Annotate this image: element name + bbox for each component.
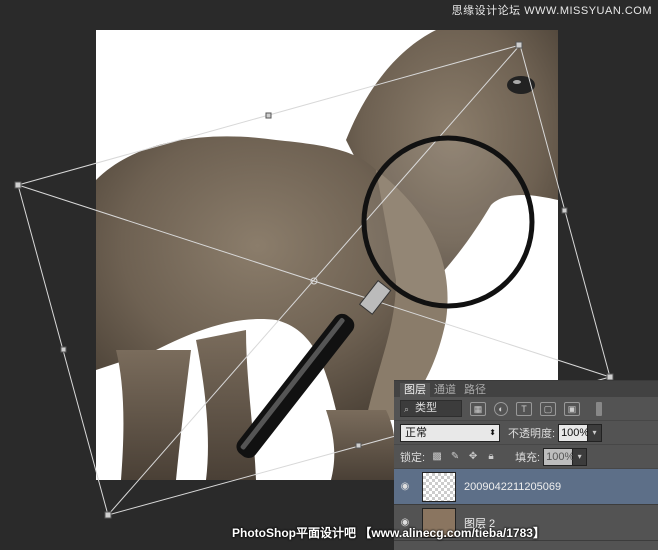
filter-toggle-icon[interactable] [596,401,602,416]
opacity-label: 不透明度: [508,427,556,440]
move-icon[interactable]: ✥ [467,451,479,463]
chevron-down-icon: ⬍ [489,427,496,437]
footer-banner-text: PhotoShop平面设计吧 【www.alinecg.com/tieba/17… [232,526,545,540]
lock-transparent-icon[interactable]: ▩ [431,451,443,463]
layer-name: 2009042211205069 [464,480,562,493]
eye-icon[interactable]: ◉ [394,481,416,492]
filter-shape-icon[interactable]: ▢ [540,401,556,416]
filter-kind-label: 类型 [415,402,437,414]
opacity-input[interactable]: 100% [558,423,589,442]
filter-pixel-icon[interactable]: ▦ [470,401,486,416]
fill-input[interactable]: 100% [543,447,574,466]
search-icon: ⌕ [404,404,410,414]
lock-icon[interactable]: 🔒︎ [485,451,497,463]
fill-label: 填充: [515,451,541,464]
blend-mode-select[interactable]: 正常 ⬍ [400,423,500,442]
filter-row: ⌕ 类型 ▦ ◐ T ▢ ▣ [394,397,658,421]
layer-filter-select[interactable]: ⌕ 类型 [400,400,462,417]
filter-smart-object-icon[interactable]: ▣ [564,401,580,416]
blend-mode-value: 正常 [405,426,427,439]
blend-row: 正常 ⬍ 不透明度: 100% ▾ [394,421,658,445]
panel-tabs: 图层 通道 路径 [394,381,658,397]
tab-paths[interactable]: 路径 [460,383,490,397]
layer-thumbnail [422,471,456,502]
filter-adjustment-icon[interactable]: ◐ [494,401,508,416]
lock-row: 锁定: ▩ ✎ ✥ 🔒︎ 填充: 100% ▾ [394,445,658,469]
tab-layers[interactable]: 图层 [400,383,430,397]
filter-type-icon[interactable]: T [516,401,532,416]
tab-channels[interactable]: 通道 [430,383,460,397]
layer-row[interactable]: ◉ 2009042211205069 [394,469,658,505]
lock-label: 锁定: [400,451,426,464]
fill-dropdown-icon[interactable]: ▾ [573,447,588,466]
opacity-dropdown-icon[interactable]: ▾ [588,423,603,442]
brush-icon[interactable]: ✎ [449,451,461,463]
